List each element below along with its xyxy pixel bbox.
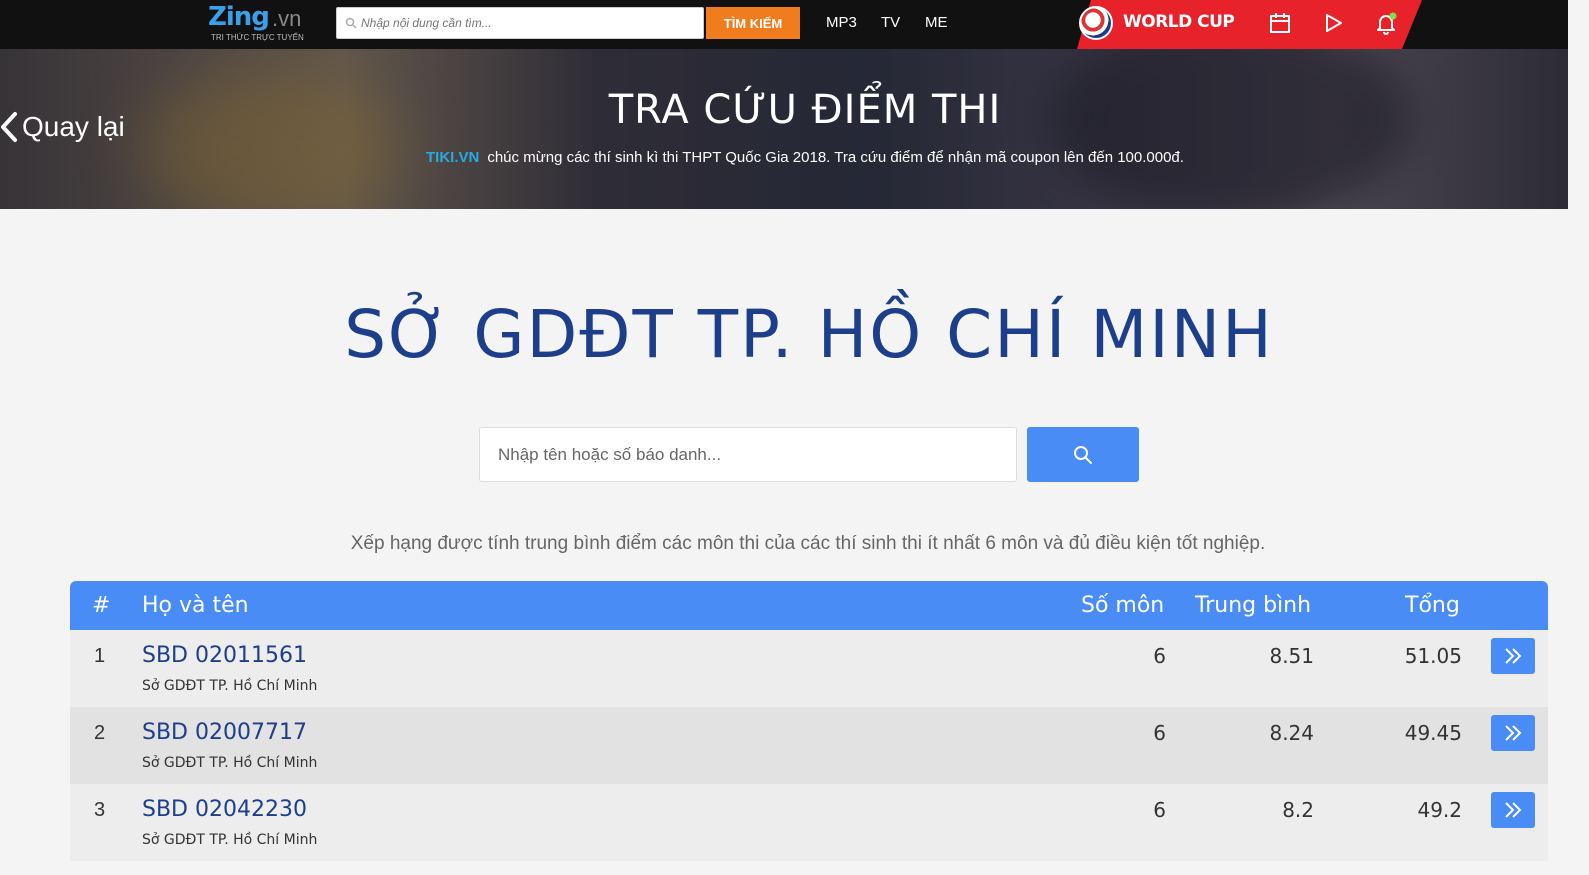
nav-link-me[interactable]: ME <box>925 14 948 31</box>
top-navbar: Zing .vn TRI THỨC TRỰC TUYẾN TÌM KIẾM MP… <box>0 0 1568 49</box>
double-chevron-right-icon <box>1505 725 1522 741</box>
sponsor-message: TIKI.VN chúc mừng các thí sinh kì thi THP… <box>426 149 1184 166</box>
logo-wordmark: Zing <box>208 2 270 32</box>
region-title: SỞ GDĐT TP. HỒ CHÍ MINH <box>344 296 1274 373</box>
worldcup-label: WORLD CUP <box>1123 12 1235 32</box>
row-subject-count: 6 <box>1153 721 1166 745</box>
row-total: 49.2 <box>1417 798 1462 822</box>
candidate-department: Sở GDĐT TP. Hồ Chí Minh <box>142 832 318 848</box>
view-detail-button[interactable] <box>1491 715 1535 751</box>
page-right-edge <box>1568 0 1589 875</box>
candidate-search-button[interactable] <box>1027 427 1139 482</box>
header-rank: # <box>92 593 111 618</box>
results-table: # Họ và tên Số môn Trung bình Tổng 1 SBD… <box>70 581 1548 861</box>
logo-tld: .vn <box>272 6 302 31</box>
top-search-button[interactable]: TÌM KIẾM <box>706 7 800 39</box>
table-row: 1 SBD 02011561 Sở GDĐT TP. Hồ Chí Minh 6… <box>70 630 1548 707</box>
nav-link-tv[interactable]: TV <box>881 14 900 31</box>
zing-logo[interactable]: Zing .vn TRI THỨC TRỰC TUYẾN <box>208 2 318 46</box>
row-average: 8.51 <box>1269 644 1314 668</box>
view-detail-button[interactable] <box>1491 792 1535 828</box>
row-rank: 3 <box>94 799 106 821</box>
header-name: Họ và tên <box>142 593 249 618</box>
table-row: 2 SBD 02007717 Sở GDĐT TP. Hồ Chí Minh 6… <box>70 707 1548 784</box>
view-detail-button[interactable] <box>1491 638 1535 674</box>
row-rank: 2 <box>94 722 106 744</box>
table-header: # Họ và tên Số môn Trung bình Tổng <box>70 581 1548 630</box>
candidate-department: Sở GDĐT TP. Hồ Chí Minh <box>142 755 318 771</box>
row-subject-count: 6 <box>1153 798 1166 822</box>
row-subject-count: 6 <box>1153 644 1166 668</box>
search-icon <box>345 17 357 29</box>
search-icon <box>1074 446 1092 464</box>
double-chevron-right-icon <box>1505 648 1522 664</box>
row-rank: 1 <box>94 645 106 667</box>
candidate-department: Sở GDĐT TP. Hồ Chí Minh <box>142 678 318 694</box>
header-subjects: Số môn <box>1081 593 1165 618</box>
hero-banner: Quay lại TRA CỨU ĐIỂM THI TIKI.VN chúc mừ… <box>0 49 1568 209</box>
worldcup-banner[interactable]: WORLD CUP <box>1077 0 1422 49</box>
candidate-sbd-link[interactable]: SBD 02042230 <box>142 797 307 822</box>
page-title: TRA CỨU ĐIỂM THI <box>608 87 1002 133</box>
tiki-logo[interactable]: TIKI.VN <box>426 149 479 166</box>
nav-link-mp3[interactable]: MP3 <box>826 14 857 31</box>
play-icon[interactable] <box>1321 11 1345 35</box>
sponsor-message-text: chúc mừng các thí sinh kì thi THPT Quốc … <box>487 149 1184 166</box>
worldcup-ball-icon <box>1079 6 1113 40</box>
candidate-search-box <box>479 427 1017 482</box>
row-average: 8.24 <box>1269 721 1314 745</box>
top-search-input[interactable] <box>361 8 701 38</box>
notification-bell-icon[interactable] <box>1374 11 1398 35</box>
candidate-search-input[interactable] <box>498 428 1008 481</box>
header-average: Trung bình <box>1195 593 1312 618</box>
double-chevron-right-icon <box>1505 802 1522 818</box>
row-average: 8.2 <box>1282 798 1314 822</box>
calendar-icon[interactable] <box>1268 11 1292 35</box>
row-total: 51.05 <box>1404 644 1462 668</box>
logo-tagline: TRI THỨC TRỰC TUYẾN <box>211 33 304 42</box>
top-search-box <box>336 7 704 39</box>
candidate-sbd-link[interactable]: SBD 02011561 <box>142 643 307 668</box>
row-total: 49.45 <box>1404 721 1462 745</box>
table-row: 3 SBD 02042230 Sở GDĐT TP. Hồ Chí Minh 6… <box>70 784 1548 861</box>
candidate-sbd-link[interactable]: SBD 02007717 <box>142 720 307 745</box>
ranking-note: Xếp hạng được tính trung bình điểm các m… <box>350 533 1266 554</box>
header-total: Tổng <box>1405 593 1460 618</box>
